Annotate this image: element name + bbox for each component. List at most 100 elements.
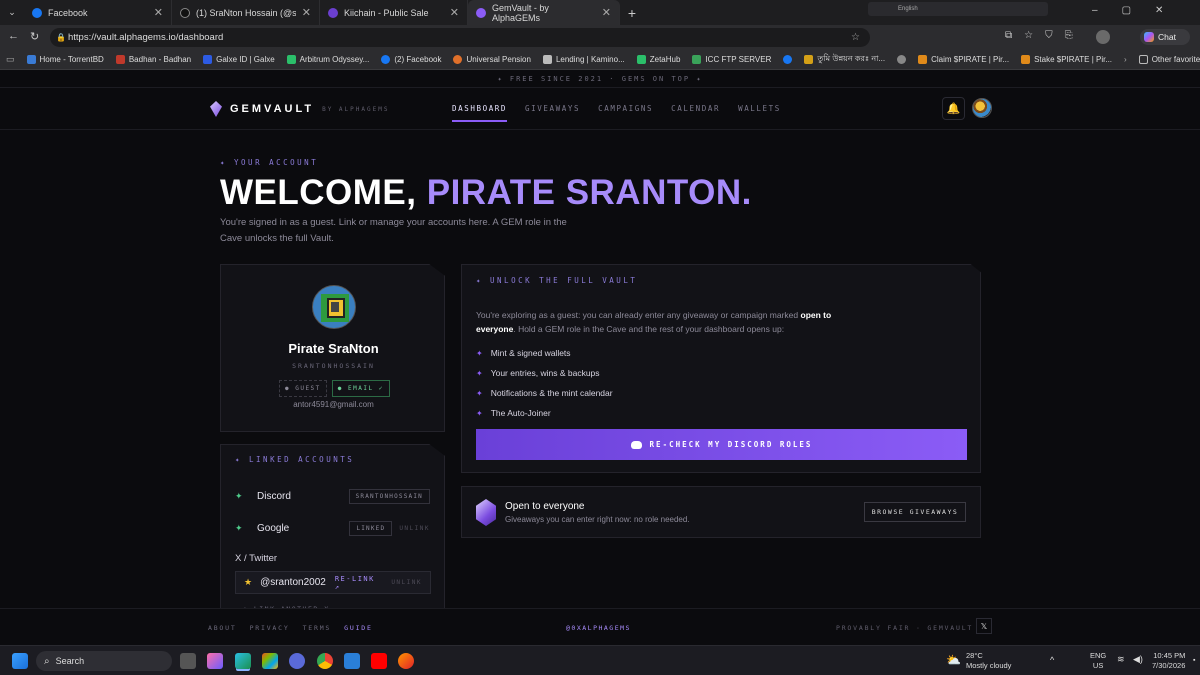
lock-icon: 🔒 bbox=[56, 33, 66, 42]
bookmark[interactable]: Badhan - Badhan bbox=[110, 55, 197, 64]
close-tab-icon[interactable]: ✕ bbox=[302, 6, 311, 19]
tab-title: GemVault - by AlphaGEMs bbox=[492, 2, 549, 23]
user-avatar[interactable] bbox=[972, 98, 992, 118]
bookmark-label: (2) Facebook bbox=[394, 55, 442, 64]
bookmark-label: Arbitrum Odyssey... bbox=[299, 55, 370, 64]
extensions-icon[interactable]: ⧉ bbox=[1005, 30, 1012, 41]
twitter-relink-button[interactable]: RE-LINK ↗ bbox=[335, 575, 384, 591]
bookmark[interactable]: Claim $PIRATE | Pir... bbox=[912, 55, 1015, 64]
bookmark[interactable]: Arbitrum Odyssey... bbox=[281, 55, 376, 64]
bookmark-favicon bbox=[26, 55, 36, 64]
bookmark[interactable] bbox=[891, 55, 912, 64]
close-tab-icon[interactable]: ✕ bbox=[450, 6, 459, 19]
bookmark[interactable]: (2) Facebook bbox=[375, 55, 447, 64]
bookmark[interactable]: Galxe ID | Galxe bbox=[197, 55, 281, 64]
url-field[interactable]: 🔒 https://vault.alphagems.io/dashboard ☆ bbox=[50, 28, 870, 47]
site-logo[interactable]: GEMVAULT BY ALPHAGEMS bbox=[210, 101, 389, 117]
footer-privacy-link[interactable]: PRIVACY bbox=[250, 624, 290, 632]
bookmark[interactable]: Lending | Kamino... bbox=[537, 55, 631, 64]
windows-start-icon[interactable] bbox=[12, 653, 28, 669]
unlock-text-part: . Hold a GEM role in the Cave and the re… bbox=[513, 324, 785, 334]
footer-about-link[interactable]: ABOUT bbox=[208, 624, 237, 632]
clock[interactable]: 10:45 PM 7/30/2026 bbox=[1152, 651, 1185, 671]
copilot-app-icon[interactable] bbox=[207, 653, 223, 669]
bookmark[interactable]: ZetaHub bbox=[631, 55, 687, 64]
shield-icon[interactable]: ⛉ bbox=[1045, 30, 1053, 41]
nav-dashboard[interactable]: DASHBOARD bbox=[452, 104, 508, 122]
google-label: Google bbox=[257, 523, 290, 534]
recheck-discord-roles-button[interactable]: RE-CHECK MY DISCORD ROLES bbox=[476, 429, 967, 460]
more-bookmarks-chevron-icon[interactable]: › bbox=[1118, 55, 1133, 64]
collections-icon[interactable]: ⎘ bbox=[1065, 30, 1073, 41]
bookmark[interactable]: Stake $PIRATE | Pir... bbox=[1015, 55, 1118, 64]
tab-twitter[interactable]: (1) SraNton Hossain (@sranton200 ✕ bbox=[172, 0, 320, 25]
nav-campaigns[interactable]: CAMPAIGNS bbox=[598, 104, 653, 113]
copilot-chat-button[interactable]: Chat bbox=[1140, 29, 1190, 45]
sparkle-icon: ✦ bbox=[476, 388, 483, 398]
favorites-icon[interactable]: ☆ bbox=[1024, 30, 1033, 41]
twitter-unlink-button[interactable]: UNLINK bbox=[391, 579, 422, 586]
minimize-icon[interactable]: – bbox=[1092, 5, 1098, 16]
nav-calendar[interactable]: CALENDAR bbox=[671, 104, 720, 113]
refresh-icon[interactable]: ↻ bbox=[30, 30, 39, 43]
volume-icon[interactable]: ◀) bbox=[1133, 654, 1143, 664]
bookmark[interactable]: ICC FTP SERVER bbox=[686, 55, 777, 64]
tab-title: (1) SraNton Hossain (@sranton200 bbox=[196, 7, 296, 18]
list-item: ✦ The Auto-Joiner bbox=[476, 403, 613, 423]
close-tab-icon[interactable]: ✕ bbox=[602, 6, 611, 19]
app-icon[interactable] bbox=[344, 653, 360, 669]
windows-taskbar: ⌕ Search ⛅ 28°C Mostly cloudy ^ ENG US ≋ ◀)… bbox=[0, 645, 1200, 675]
sidebar-toggle-icon[interactable]: ▭ bbox=[0, 54, 21, 65]
weather-temp: 28°C bbox=[966, 651, 983, 660]
notification-center-icon[interactable]: ▪ bbox=[1193, 656, 1195, 666]
discord-username-tag: SRANTONHOSSAIN bbox=[348, 489, 430, 504]
wifi-icon[interactable]: ≋ bbox=[1117, 654, 1125, 664]
tab-facebook[interactable]: Facebook ✕ bbox=[24, 0, 172, 25]
close-window-icon[interactable]: ✕ bbox=[1155, 5, 1163, 16]
tab-actions-chevron-icon[interactable]: ⌄ bbox=[0, 0, 24, 25]
tab-kiichain[interactable]: Kiichain - Public Sale ✕ bbox=[320, 0, 468, 25]
footer-x-icon[interactable]: 𝕏 bbox=[976, 618, 992, 634]
bookmark[interactable]: Universal Pension bbox=[447, 55, 536, 64]
footer-guide-link[interactable]: GUIDE bbox=[344, 624, 373, 632]
maximize-icon[interactable]: ▢ bbox=[1122, 5, 1131, 16]
bookmark[interactable] bbox=[777, 55, 798, 64]
welcome-name: PIRATE SRANTON. bbox=[426, 173, 752, 212]
other-favorites[interactable]: Other favorites bbox=[1133, 55, 1200, 64]
app-icon[interactable] bbox=[289, 653, 305, 669]
youtube-icon[interactable] bbox=[371, 653, 387, 669]
edge-browser-icon[interactable] bbox=[235, 653, 251, 669]
nav-giveaways[interactable]: GIVEAWAYS bbox=[525, 104, 580, 113]
nav-wallets[interactable]: WALLETS bbox=[738, 104, 781, 113]
profile-display-name: Pirate SraNton bbox=[288, 341, 379, 356]
list-item: ✦ Notifications & the mint calendar bbox=[476, 383, 613, 403]
taskbar-search[interactable]: ⌕ Search bbox=[36, 651, 172, 671]
footer-twitter-handle[interactable]: @0XALPHAGEMS bbox=[566, 624, 631, 632]
google-linked-tag: LINKED bbox=[349, 521, 393, 536]
weather-widget[interactable]: 28°C Mostly cloudy bbox=[966, 651, 1011, 671]
brand-byline: BY ALPHAGEMS bbox=[322, 105, 390, 113]
footer-terms-link[interactable]: TERMS bbox=[303, 624, 332, 632]
profile-avatar[interactable] bbox=[1096, 30, 1110, 44]
list-item: ✦ Your entries, wins & backups bbox=[476, 363, 613, 383]
bookmark[interactable]: তুমি উন্নয়ন করঃ না... bbox=[798, 53, 891, 66]
linked-accounts-card: ✦ LINKED ACCOUNTS ✦ Discord SRANTONHOSSA… bbox=[220, 444, 445, 614]
google-unlink-button[interactable]: UNLINK bbox=[399, 525, 430, 532]
tab-gemvault[interactable]: GemVault - by AlphaGEMs ✕ bbox=[468, 0, 620, 25]
task-view-icon[interactable] bbox=[180, 653, 196, 669]
notifications-bell-icon[interactable]: 🔔 bbox=[942, 97, 965, 120]
bookmark-favicon bbox=[381, 55, 391, 64]
bookmark[interactable]: Home - TorrentBD bbox=[21, 55, 110, 64]
translate-toolbar[interactable]: English bbox=[868, 2, 1048, 16]
favorite-star-icon[interactable]: ☆ bbox=[851, 32, 860, 43]
microsoft-store-icon[interactable] bbox=[262, 653, 278, 669]
browse-giveaways-button[interactable]: BROWSE GIVEAWAYS bbox=[864, 502, 966, 522]
close-tab-icon[interactable]: ✕ bbox=[154, 6, 163, 19]
tray-overflow-chevron-icon[interactable]: ^ bbox=[1050, 655, 1054, 665]
firefox-icon[interactable] bbox=[398, 653, 414, 669]
sparkle-icon: ✦ bbox=[476, 348, 483, 358]
new-tab-button[interactable]: + bbox=[620, 0, 644, 25]
back-arrow-icon[interactable]: ← bbox=[8, 30, 19, 42]
language-indicator[interactable]: ENG US bbox=[1090, 651, 1106, 671]
chrome-icon[interactable] bbox=[317, 653, 333, 669]
